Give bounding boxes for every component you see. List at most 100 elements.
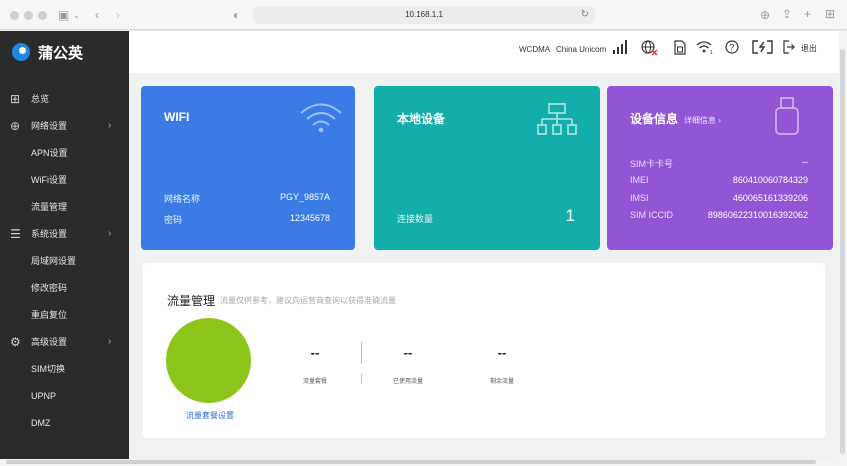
traffic-management-card: 流量管理 流量仅供参考，建议向运营商查询以获得准确流量 流量套餐设置 -- 流量… [143,263,825,438]
sidebar-item-label: WiFi设置 [31,175,67,185]
traffic-title: 流量管理 [167,294,216,308]
local-devices-card[interactable]: 本地设备 连接数量 1 [374,86,600,250]
device-info-title: 设备信息 详细信息 › [630,110,721,127]
imsi-label: IMSI [630,193,649,203]
chevron-left-icon[interactable]: ‹ [95,9,99,21]
svg-text:1: 1 [710,50,713,54]
remaining-traffic-value: -- [497,345,507,360]
remaining-traffic-label: 剩余流量 [489,379,514,385]
sim-card-icon [674,40,686,58]
horizontal-scrollbar-thumb[interactable] [6,460,816,464]
local-devices-title: 本地设备 [397,112,446,126]
power-icon[interactable] [752,40,774,57]
globe-icon: ⊕ [10,119,21,133]
sim-number-label: SIM卡卡号 [630,159,674,169]
logout-label: 退出 [800,44,817,53]
sidebar-item-label: 局域网设置 [31,256,77,266]
sidebar-item-overview[interactable]: ⊞ 总览 [0,89,129,109]
dandelion-logo-icon [12,43,30,61]
sidebar: 蒲公英 ⊞ 总览 ⊕ 网络设置 › APN设置 WiFi设置 流量管理 ☰ 系统… [0,31,129,461]
sidebar-item-label: UPNP [31,391,57,401]
minimize-window-button[interactable] [24,11,33,20]
imei-value: 860410060784329 [732,175,808,185]
browser-toolbar: ▣ ⌄ ‹ › ◐ 10.168.1.1 ↻ ⊕ ⇪ + ⊞ [0,0,847,30]
traffic-note: 流量仅供参考，建议向运营商查询以获得准确流量 [220,296,396,305]
logout-button[interactable]: 退出 [783,40,817,57]
vertical-scrollbar-thumb[interactable] [840,49,845,454]
vertical-scrollbar[interactable] [839,31,847,461]
sidebar-item-label: 修改密码 [31,283,68,293]
horizontal-scrollbar[interactable] [0,459,847,466]
plan-traffic-label: 流量套餐 [302,379,327,385]
sidebar-item-traffic-management[interactable]: 流量管理 [0,197,129,217]
imei-label: IMEI [630,175,649,185]
sidebar-item-label: DMZ [31,418,51,428]
network-topology-icon [537,102,577,143]
chevron-right-icon[interactable]: › [116,9,120,21]
download-icon[interactable]: ⊕ [760,9,770,21]
traffic-plan-settings-link[interactable]: 流量套餐设置 [186,410,234,421]
address-bar[interactable]: 10.168.1.1 ↻ [253,6,595,24]
sidebar-item-system-settings[interactable]: ☰ 系统设置 › [0,224,129,244]
sidebar-item-label: 网络设置 [31,121,68,131]
device-info-title-text: 设备信息 [630,112,679,126]
password-value: 12345678 [289,213,330,223]
ssid-label: 网络名称 [164,194,201,204]
status-bar: WCDMA China Unicom 1 ? 退出 [129,31,839,73]
sidebar-item-label: 流量管理 [31,202,68,212]
traffic-usage-pie [166,318,251,403]
signal-icon [613,40,629,57]
sidebar-item-label: 高级设置 [31,337,68,347]
sidebar-item-sim-switch[interactable]: SIM切换 [0,359,129,379]
detail-info-link[interactable]: 详细信息 › [684,116,721,125]
connection-count-value: 1 [565,206,575,225]
usb-dongle-icon [774,96,800,141]
sidebar-item-lan-settings[interactable]: 局域网设置 [0,251,129,271]
used-traffic-label: 已使用流量 [392,379,423,385]
dropdown-icon[interactable]: ⌄ [73,10,80,22]
wifi-card[interactable]: WIFI 网络名称 PGY_9857A 密码 12345678 [141,86,355,250]
reload-icon[interactable]: ↻ [581,6,589,24]
url-text: 10.168.1.1 [405,10,443,19]
wifi-card-title: WIFI [164,110,190,124]
plan-traffic-value: -- [310,345,320,360]
sidebar-item-label: 总览 [31,94,50,104]
used-traffic-value: -- [403,345,413,360]
sidebar-toggle-icon[interactable]: ▣ [58,9,69,21]
sidebar-item-advanced-settings[interactable]: ⚙ 高级设置 › [0,332,129,352]
iccid-label: SIM ICCID [630,210,674,220]
sidebar-item-label: 系统设置 [31,229,68,239]
brand-logo[interactable]: 蒲公英 [12,41,83,63]
share-icon[interactable]: ⇪ [782,8,792,20]
carrier-name: China Unicom [556,45,607,54]
sim-number-value: -- [802,157,808,167]
stat-divider [361,342,362,364]
sliders-icon: ☰ [10,227,21,241]
chevron-right-icon: › [108,120,112,131]
sidebar-item-network-settings[interactable]: ⊕ 网络设置 › [0,116,129,136]
new-tab-icon[interactable]: + [804,8,811,20]
sidebar-item-dmz[interactable]: DMZ [0,413,129,433]
sidebar-item-apn-settings[interactable]: APN设置 [0,143,129,163]
ssid-value: PGY_9857A [279,192,330,202]
tab-overview-icon[interactable]: ⊞ [825,8,835,20]
chevron-right-icon: › [108,228,112,239]
zoom-window-button[interactable] [38,11,47,20]
grid-icon: ⊞ [10,92,21,106]
sidebar-item-wifi-settings[interactable]: WiFi设置 [0,170,129,190]
iccid-value: 89860622310016392062 [707,210,808,220]
sidebar-item-label: SIM切换 [31,364,66,374]
globe-disconnected-icon [641,40,659,59]
sidebar-item-change-password[interactable]: 修改密码 [0,278,129,298]
password-label: 密码 [164,215,183,225]
help-icon[interactable]: ? [725,40,739,57]
sidebar-item-upnp[interactable]: UPNP [0,386,129,406]
close-window-button[interactable] [10,11,19,20]
gear-icon: ⚙ [10,335,21,349]
shield-icon[interactable]: ◐ [233,9,240,21]
brand-name: 蒲公英 [38,44,84,62]
logout-icon [783,40,795,54]
sidebar-item-reboot-reset[interactable]: 重启复位 [0,305,129,325]
sidebar-item-label: 重启复位 [31,310,68,320]
sidebar-item-label: APN设置 [31,148,68,158]
